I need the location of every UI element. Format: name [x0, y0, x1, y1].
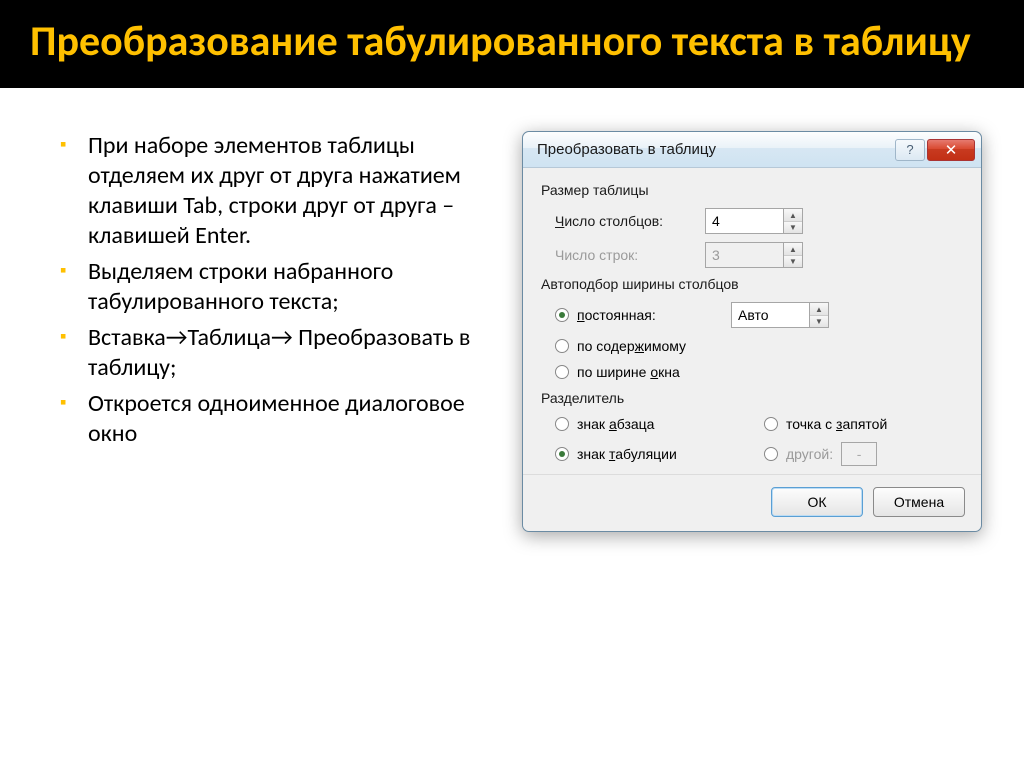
titlebar-buttons: ? ✕ — [895, 139, 975, 161]
autofit-window-row: по ширине окна — [541, 364, 963, 380]
cancel-button[interactable]: Отмена — [873, 487, 965, 517]
slide-header: Преобразование табулированного текста в … — [0, 0, 1024, 91]
rows-row: Число строк: ▲ ▼ — [541, 242, 963, 268]
group-autofit-title: Автоподбор ширины столбцов — [541, 276, 963, 292]
columns-spin-buttons[interactable]: ▲ ▼ — [783, 208, 803, 234]
autofit-fixed-row: постоянная: ▲ ▼ — [541, 302, 963, 328]
slide-title: Преобразование табулированного текста в … — [30, 18, 994, 66]
dialog-footer: ОК Отмена — [523, 474, 981, 531]
columns-spinner[interactable]: ▲ ▼ — [705, 208, 803, 234]
rows-spin-buttons: ▲ ▼ — [783, 242, 803, 268]
radio-paragraph-label: знак абзаца — [577, 416, 654, 432]
radio-fixed-label: постоянная: — [577, 307, 723, 323]
radio-tab[interactable] — [555, 447, 569, 461]
spin-down-icon[interactable]: ▼ — [810, 316, 828, 328]
dialog-body: Размер таблицы Число столбцов: ▲ ▼ Число… — [523, 168, 981, 474]
spin-down-icon: ▼ — [784, 256, 802, 268]
bullet-list: При наборе элементов таблицы отделяем их… — [60, 131, 480, 449]
list-item: Выделяем строки набранного табулированно… — [60, 257, 480, 317]
autofit-content-row: по содержимому — [541, 338, 963, 354]
sep-other-cell: другой: — [764, 442, 955, 466]
other-separator-input — [841, 442, 877, 466]
close-button[interactable]: ✕ — [927, 139, 975, 161]
spin-up-icon[interactable]: ▲ — [784, 209, 802, 222]
radio-by-window[interactable] — [555, 365, 569, 379]
sep-tab-cell: знак табуляции — [555, 442, 746, 466]
list-item: При наборе элементов таблицы отделяем их… — [60, 131, 480, 251]
convert-to-table-dialog: Преобразовать в таблицу ? ✕ Размер табли… — [522, 131, 982, 532]
columns-label: Число столбцов: — [555, 213, 705, 229]
rows-input — [705, 242, 783, 268]
spin-up-icon[interactable]: ▲ — [810, 303, 828, 316]
radio-fixed[interactable] — [555, 308, 569, 322]
dialog-titlebar: Преобразовать в таблицу ? ✕ — [523, 132, 981, 168]
fixed-spin-buttons[interactable]: ▲ ▼ — [809, 302, 829, 328]
group-size-title: Размер таблицы — [541, 182, 963, 198]
sep-paragraph-cell: знак абзаца — [555, 416, 746, 432]
dialog-column: Преобразовать в таблицу ? ✕ Размер табли… — [510, 131, 994, 532]
separator-grid: знак абзаца точка с запятой знак табуляц… — [541, 416, 963, 466]
spin-up-icon: ▲ — [784, 243, 802, 256]
help-button[interactable]: ? — [895, 139, 925, 161]
list-item: Откроется одноименное диалоговое окно — [60, 389, 480, 449]
radio-by-content[interactable] — [555, 339, 569, 353]
radio-by-content-label: по содержимому — [577, 338, 686, 354]
radio-by-window-label: по ширине окна — [577, 364, 680, 380]
sep-semicolon-cell: точка с запятой — [764, 416, 955, 432]
columns-row: Число столбцов: ▲ ▼ — [541, 208, 963, 234]
list-item: Вставка→Таблица→ Преобразовать в таблицу… — [60, 323, 480, 383]
bullet-column: При наборе элементов таблицы отделяем их… — [60, 131, 480, 532]
radio-paragraph[interactable] — [555, 417, 569, 431]
radio-tab-label: знак табуляции — [577, 446, 677, 462]
radio-other[interactable] — [764, 447, 778, 461]
slide-content: При наборе элементов таблицы отделяем их… — [0, 91, 1024, 562]
radio-other-label: другой: — [786, 446, 833, 462]
group-separator-title: Разделитель — [541, 390, 963, 406]
radio-semicolon[interactable] — [764, 417, 778, 431]
rows-label: Число строк: — [555, 247, 705, 263]
rows-spinner: ▲ ▼ — [705, 242, 803, 268]
columns-input[interactable] — [705, 208, 783, 234]
ok-button[interactable]: ОК — [771, 487, 863, 517]
fixed-width-input[interactable] — [731, 302, 809, 328]
fixed-width-spinner[interactable]: ▲ ▼ — [731, 302, 829, 328]
radio-semicolon-label: точка с запятой — [786, 416, 887, 432]
spin-down-icon[interactable]: ▼ — [784, 222, 802, 234]
dialog-title: Преобразовать в таблицу — [537, 141, 895, 158]
